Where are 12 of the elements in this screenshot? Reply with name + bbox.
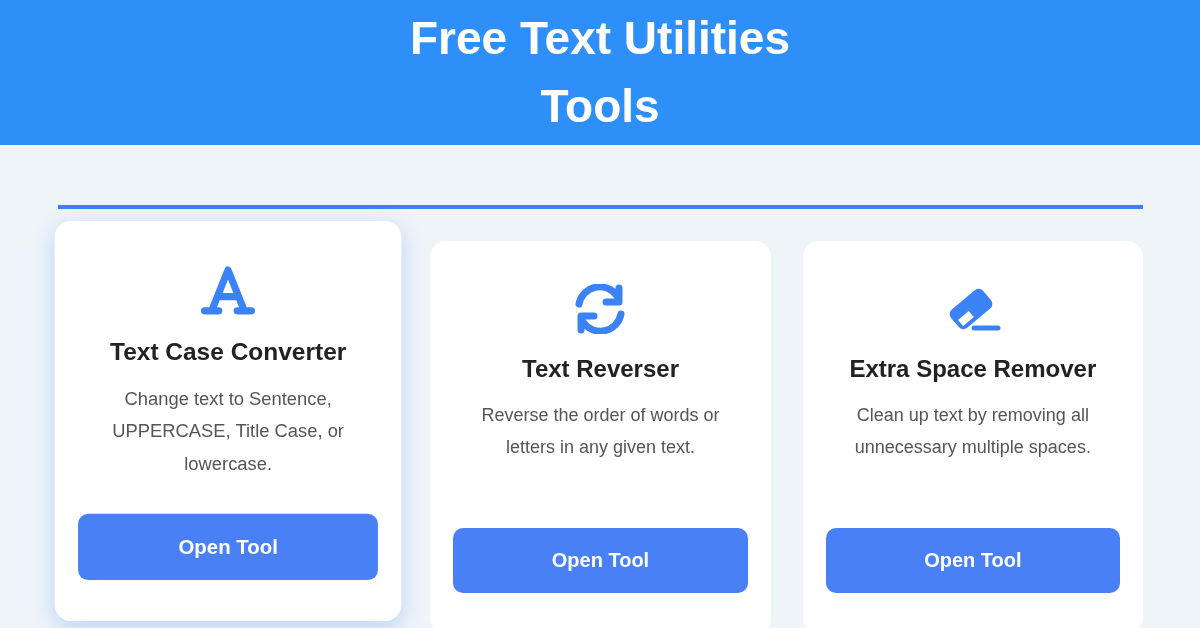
- open-tool-button[interactable]: Open Tool: [825, 528, 1120, 593]
- card-description: Reverse the order of words or letters in any given text.: [480, 404, 721, 459]
- open-tool-button[interactable]: Open Tool: [453, 528, 748, 593]
- open-tool-button[interactable]: Open Tool: [78, 513, 379, 581]
- card-description: Change text to Sentence, UPPERCASE, Title Case, or lowercase.: [111, 387, 345, 477]
- card-title: Text Reverser: [522, 354, 679, 384]
- font-icon: [199, 263, 257, 317]
- refresh-icon: [573, 284, 628, 334]
- card-title: Extra Space Remover: [849, 354, 1097, 384]
- card-title: Text Case Converter: [110, 336, 347, 367]
- card-description: Clean up text by removing all unnecessary multiple spaces.: [853, 404, 1092, 459]
- page-title: Free Text Utilities Tools: [408, 11, 791, 134]
